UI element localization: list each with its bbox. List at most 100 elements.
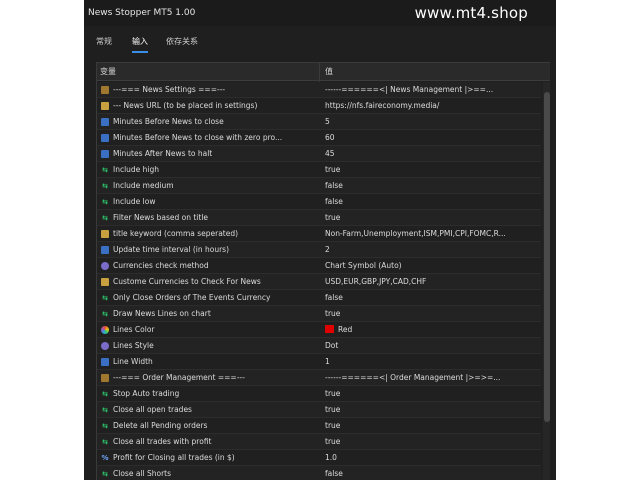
boolean-icon: ⇆ <box>102 406 108 414</box>
input-value[interactable]: true <box>325 434 539 450</box>
input-value-text: 45 <box>325 149 335 158</box>
input-value[interactable]: true <box>325 210 539 226</box>
input-value[interactable]: false <box>325 466 539 480</box>
input-value[interactable]: 2 <box>325 242 539 258</box>
input-value[interactable]: ------======<| Order Management |>=>=... <box>325 370 539 386</box>
input-value[interactable]: Chart Symbol (Auto) <box>325 258 539 274</box>
input-value[interactable]: true <box>325 418 539 434</box>
number-icon <box>101 358 109 366</box>
input-row[interactable]: ⇆ Only Close Orders of The Events Currenc… <box>97 290 541 306</box>
input-row[interactable]: Currencies check method Chart Symbol (Aut… <box>97 258 541 274</box>
input-value-text: false <box>325 293 343 302</box>
input-row[interactable]: ⇆ Close all open trades true <box>97 402 541 418</box>
input-row[interactable]: ---=== Order Management ===--- ------====… <box>97 370 541 386</box>
input-value-text: true <box>325 309 341 318</box>
input-row[interactable]: Line Width 1 <box>97 354 541 370</box>
inputs-grid: 变量 值 ---=== News Settings ===--- ------==… <box>96 62 550 480</box>
input-label: Custome Currencies to Check For News <box>113 277 261 286</box>
input-row[interactable]: Minutes Before News to close with zero p… <box>97 130 541 146</box>
input-value[interactable]: true <box>325 162 539 178</box>
boolean-icon: ⇆ <box>102 198 108 206</box>
input-value[interactable]: Red <box>325 322 539 338</box>
input-value[interactable]: 1 <box>325 354 539 370</box>
input-label: ---=== News Settings ===--- <box>113 85 226 94</box>
input-label: Only Close Orders of The Events Currency <box>113 293 271 302</box>
vertical-scrollbar[interactable] <box>543 82 550 480</box>
input-value-text: USD,EUR,GBP,JPY,CAD,CHF <box>325 277 427 286</box>
input-row[interactable]: ---=== News Settings ===--- ------======<… <box>97 82 541 98</box>
tab-dependencies[interactable]: 依存关系 <box>166 35 198 49</box>
tab-common[interactable]: 常规 <box>96 35 112 49</box>
input-value[interactable]: true <box>325 386 539 402</box>
boolean-icon: ⇆ <box>102 470 108 478</box>
input-value-text: 5 <box>325 117 330 126</box>
input-value[interactable]: true <box>325 306 539 322</box>
input-row[interactable]: Update time interval (in hours) 2 <box>97 242 541 258</box>
input-value[interactable]: false <box>325 290 539 306</box>
input-row[interactable]: ⇆ Include medium false <box>97 178 541 194</box>
boolean-icon: ⇆ <box>102 422 108 430</box>
input-row[interactable]: ⇆ Filter News based on title true <box>97 210 541 226</box>
input-value[interactable]: false <box>325 178 539 194</box>
input-value[interactable]: ------======<| News Management |>==... <box>325 82 539 98</box>
input-value[interactable]: Dot <box>325 338 539 354</box>
input-value[interactable]: true <box>325 402 539 418</box>
tab-bar: 常规 输入 依存关系 <box>84 26 556 56</box>
boolean-icon: ⇆ <box>102 294 108 302</box>
input-value[interactable]: Non-Farm,Unemployment,ISM,PMI,CPI,FOMC,R… <box>325 226 539 242</box>
input-value-text: true <box>325 165 341 174</box>
input-row[interactable]: ⇆ Delete all Pending orders true <box>97 418 541 434</box>
input-value[interactable]: 5 <box>325 114 539 130</box>
input-label: Minutes After News to halt <box>113 149 213 158</box>
input-value[interactable]: https://nfs.faireconomy.media/ <box>325 98 539 114</box>
input-value-text: 1.0 <box>325 453 337 462</box>
folder-icon <box>101 86 109 94</box>
input-value-text: Red <box>338 325 353 334</box>
input-row[interactable]: % Profit for Closing all trades (in $) 1.0 <box>97 450 541 466</box>
input-label: Close all Shorts <box>113 469 171 478</box>
input-row[interactable]: Minutes Before News to close 5 <box>97 114 541 130</box>
input-row[interactable]: Lines Color Red <box>97 322 541 338</box>
input-row[interactable]: ⇆ Include low false <box>97 194 541 210</box>
text-icon <box>101 278 109 286</box>
input-row[interactable]: Custome Currencies to Check For News USD,… <box>97 274 541 290</box>
watermark-text: www.mt4.shop <box>414 4 528 22</box>
input-row[interactable]: --- News URL (to be placed in settings) h… <box>97 98 541 114</box>
input-row[interactable]: title keyword (comma seperated) Non-Farm,… <box>97 226 541 242</box>
input-value-text: true <box>325 437 341 446</box>
input-row[interactable]: ⇆ Include high true <box>97 162 541 178</box>
input-value[interactable]: 60 <box>325 130 539 146</box>
input-value[interactable]: 45 <box>325 146 539 162</box>
header-value[interactable]: 值 <box>325 63 333 81</box>
input-value-text: 60 <box>325 133 335 142</box>
input-row[interactable]: ⇆ Close all trades with profit true <box>97 434 541 450</box>
input-label: title keyword (comma seperated) <box>113 229 239 238</box>
input-value[interactable]: false <box>325 194 539 210</box>
input-row[interactable]: ⇆ Stop Auto trading true <box>97 386 541 402</box>
boolean-icon: ⇆ <box>102 182 108 190</box>
input-row[interactable]: ⇆ Close all Shorts false <box>97 466 541 480</box>
input-value-text: Non-Farm,Unemployment,ISM,PMI,CPI,FOMC,R… <box>325 229 506 238</box>
input-value-text: ------======<| Order Management |>=>=... <box>325 373 501 382</box>
input-row[interactable]: ⇆ Draw News Lines on chart true <box>97 306 541 322</box>
input-row[interactable]: Lines Style Dot <box>97 338 541 354</box>
color-swatch <box>325 325 334 333</box>
input-value-text: true <box>325 213 341 222</box>
input-value-text: true <box>325 389 341 398</box>
input-value[interactable]: 1.0 <box>325 450 539 466</box>
color-icon <box>101 326 109 334</box>
input-row[interactable]: Minutes After News to halt 45 <box>97 146 541 162</box>
enum-icon <box>101 262 109 270</box>
tab-inputs[interactable]: 输入 <box>132 35 148 53</box>
input-label: Currencies check method <box>113 261 209 270</box>
input-value[interactable]: USD,EUR,GBP,JPY,CAD,CHF <box>325 274 539 290</box>
header-variable[interactable]: 变量 <box>100 63 116 81</box>
input-label: Line Width <box>113 357 153 366</box>
input-value-text: ------======<| News Management |>==... <box>325 85 494 94</box>
input-label: Minutes Before News to close with zero p… <box>113 133 283 142</box>
input-label: ---=== Order Management ===--- <box>113 373 245 382</box>
input-label: Filter News based on title <box>113 213 209 222</box>
boolean-icon: ⇆ <box>102 390 108 398</box>
input-label: Include low <box>113 197 156 206</box>
scrollbar-thumb[interactable] <box>544 92 550 422</box>
